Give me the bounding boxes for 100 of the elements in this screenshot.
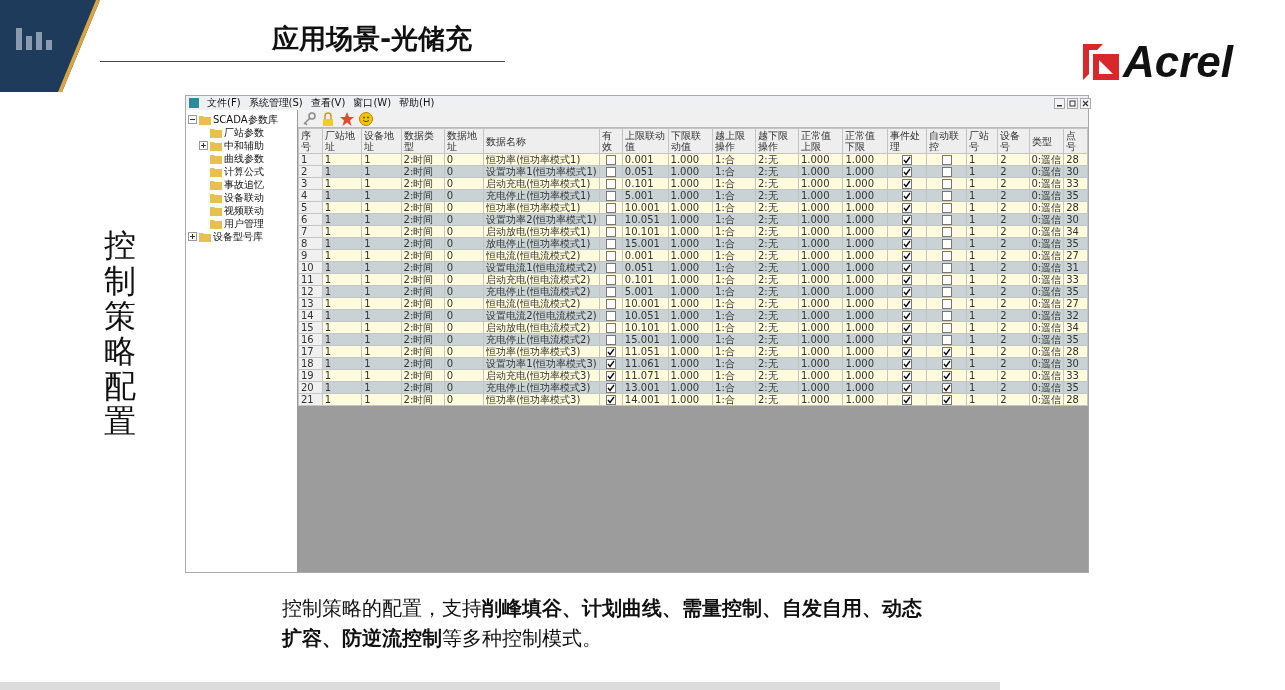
checkbox[interactable] — [941, 335, 952, 345]
checkbox[interactable] — [902, 227, 913, 237]
column-header[interactable]: 越上限操作 — [712, 128, 756, 154]
checkbox[interactable] — [902, 311, 913, 321]
checkbox[interactable] — [605, 215, 616, 225]
key-icon[interactable] — [302, 111, 316, 126]
checkbox[interactable] — [902, 299, 913, 309]
minimize-button[interactable] — [1054, 97, 1065, 109]
checkbox[interactable] — [902, 215, 913, 225]
checkbox[interactable] — [902, 335, 913, 345]
tree-item[interactable]: 事故追忆 — [224, 178, 264, 191]
tree-item[interactable]: 曲线参数 — [224, 152, 264, 165]
checkbox[interactable] — [605, 359, 616, 369]
checkbox[interactable] — [902, 191, 913, 201]
checkbox[interactable] — [902, 263, 913, 273]
tree-item[interactable]: 设备型号库 — [213, 230, 263, 243]
column-header[interactable]: 数据名称 — [483, 128, 600, 154]
checkbox[interactable] — [941, 311, 952, 321]
column-header[interactable]: 数据地址 — [444, 128, 484, 154]
checkbox[interactable] — [605, 311, 616, 321]
checkbox[interactable] — [902, 155, 913, 165]
checkbox[interactable] — [941, 359, 952, 369]
tree-item[interactable]: 厂站参数 — [224, 126, 264, 139]
checkbox[interactable] — [941, 155, 952, 165]
checkbox[interactable] — [941, 191, 952, 201]
expand-icon[interactable] — [199, 141, 208, 150]
checkbox[interactable] — [902, 359, 913, 369]
checkbox[interactable] — [605, 179, 616, 189]
checkbox[interactable] — [902, 287, 913, 297]
checkbox[interactable] — [902, 203, 913, 213]
checkbox[interactable] — [605, 323, 616, 333]
column-header[interactable]: 有效 — [599, 128, 623, 154]
checkbox[interactable] — [941, 263, 952, 273]
checkbox[interactable] — [941, 299, 952, 309]
column-header[interactable]: 事件处理 — [887, 128, 927, 154]
checkbox[interactable] — [605, 287, 616, 297]
column-header[interactable]: 设备地址 — [361, 128, 402, 154]
column-header[interactable]: 上限联动值 — [622, 128, 669, 154]
checkbox[interactable] — [941, 395, 952, 405]
checkbox[interactable] — [605, 383, 616, 393]
checkbox[interactable] — [605, 251, 616, 261]
checkbox[interactable] — [941, 383, 952, 393]
checkbox[interactable] — [902, 239, 913, 249]
tree-item[interactable]: SCADA参数库 — [213, 113, 278, 126]
checkbox[interactable] — [941, 167, 952, 177]
menu-item[interactable]: 文件(F) — [207, 97, 241, 109]
checkbox[interactable] — [941, 251, 952, 261]
checkbox[interactable] — [941, 239, 952, 249]
checkbox[interactable] — [605, 155, 616, 165]
collapse-icon[interactable] — [188, 115, 197, 124]
checkbox[interactable] — [902, 167, 913, 177]
tree-item[interactable]: 设备联动 — [224, 191, 264, 204]
column-header[interactable]: 正常值下限 — [842, 128, 888, 154]
column-header[interactable]: 越下限操作 — [755, 128, 799, 154]
checkbox[interactable] — [902, 347, 913, 357]
checkbox[interactable] — [902, 383, 913, 393]
checkbox[interactable] — [941, 227, 952, 237]
checkbox[interactable] — [941, 275, 952, 285]
checkbox[interactable] — [605, 227, 616, 237]
column-header[interactable]: 序号 — [298, 128, 323, 154]
tree-item[interactable]: 计算公式 — [224, 165, 264, 178]
tree-item[interactable]: 中和辅助 — [224, 139, 264, 152]
checkbox[interactable] — [605, 191, 616, 201]
checkbox[interactable] — [902, 371, 913, 381]
menu-item[interactable]: 查看(V) — [310, 97, 346, 109]
checkbox[interactable] — [605, 335, 616, 345]
column-header[interactable]: 数据类型 — [401, 128, 445, 154]
checkbox[interactable] — [941, 323, 952, 333]
checkbox[interactable] — [605, 263, 616, 273]
column-header[interactable]: 类型 — [1029, 128, 1064, 154]
checkbox[interactable] — [902, 275, 913, 285]
checkbox[interactable] — [941, 371, 952, 381]
checkbox[interactable] — [941, 347, 952, 357]
column-header[interactable]: 厂站地址 — [322, 128, 362, 154]
smiley-icon[interactable] — [359, 111, 373, 126]
checkbox[interactable] — [605, 299, 616, 309]
checkbox[interactable] — [605, 239, 616, 249]
checkbox[interactable] — [605, 203, 616, 213]
checkbox[interactable] — [605, 167, 616, 177]
checkbox[interactable] — [605, 347, 616, 357]
tree-item[interactable]: 用户管理 — [224, 217, 264, 230]
checkbox[interactable] — [605, 275, 616, 285]
column-header[interactable]: 下限联动值 — [668, 128, 713, 154]
column-header[interactable]: 自动联控 — [926, 128, 967, 154]
close-button[interactable] — [1080, 97, 1091, 109]
menu-item[interactable]: 系统管理(S) — [248, 97, 303, 109]
menu-item[interactable]: 窗口(W) — [353, 97, 392, 109]
checkbox[interactable] — [605, 371, 616, 381]
star-icon[interactable] — [340, 111, 354, 126]
checkbox[interactable] — [902, 251, 913, 261]
checkbox[interactable] — [941, 287, 952, 297]
checkbox[interactable] — [902, 323, 913, 333]
checkbox[interactable] — [941, 179, 952, 189]
expand-icon[interactable] — [188, 232, 197, 241]
checkbox[interactable] — [941, 203, 952, 213]
column-header[interactable]: 点号 — [1063, 128, 1088, 154]
column-header[interactable]: 设备号 — [997, 128, 1029, 154]
checkbox[interactable] — [605, 395, 616, 405]
column-header[interactable]: 正常值上限 — [798, 128, 843, 154]
tree-item[interactable]: 视频联动 — [224, 204, 264, 217]
